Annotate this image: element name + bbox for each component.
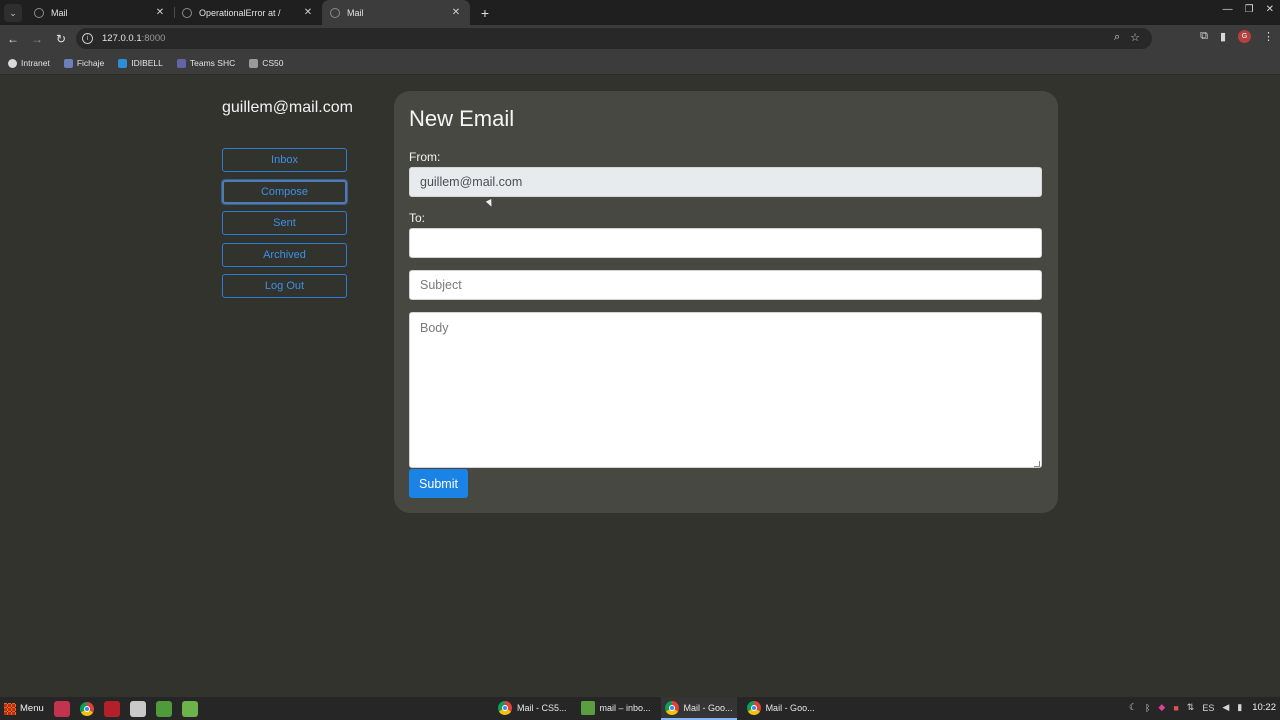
- app-tray-icon[interactable]: ◆: [1158, 702, 1165, 713]
- terminal-launcher-icon[interactable]: [103, 700, 120, 717]
- inbox-button[interactable]: Inbox: [222, 148, 347, 172]
- files-launcher-icon[interactable]: [129, 700, 146, 717]
- chrome-icon: [498, 700, 512, 715]
- tab-search-button[interactable]: ⌄: [4, 4, 22, 22]
- resize-handle-icon[interactable]: [1034, 461, 1040, 467]
- window-mail-cs50[interactable]: Mail - CS5...: [494, 697, 571, 720]
- clock[interactable]: 10:22: [1252, 702, 1276, 713]
- bookmark-intranet[interactable]: Intranet: [8, 58, 50, 68]
- fichaje-icon: [63, 58, 73, 68]
- sent-button[interactable]: Sent: [222, 211, 347, 235]
- bookmark-cs50[interactable]: CS50: [249, 58, 284, 68]
- camera-icon[interactable]: ■: [1173, 703, 1178, 713]
- editor-icon: [580, 700, 595, 715]
- side-panel-icon[interactable]: ▮: [1220, 30, 1226, 43]
- cs50-icon: [249, 58, 259, 68]
- app-launcher-icon[interactable]: [53, 700, 70, 717]
- open-windows: Mail - CS5... mail – inbo... Mail - Goo.…: [494, 697, 825, 720]
- submit-button[interactable]: Submit: [409, 469, 468, 498]
- profile-avatar[interactable]: G: [1238, 30, 1251, 43]
- archived-button[interactable]: Archived: [222, 242, 347, 267]
- browser-tab-mail-active[interactable]: Mail ✕: [322, 0, 470, 25]
- compose-button[interactable]: Compose: [222, 179, 347, 204]
- bookmark-idibell[interactable]: IDIBELL: [118, 58, 163, 68]
- url-text: 127.0.0.1:8000: [102, 33, 166, 44]
- system-tray: ☾ ᛒ ◆ ■ ⇅ ES ◀ ▮ 10:22: [1129, 702, 1276, 713]
- globe-icon: [8, 58, 17, 68]
- night-mode-icon[interactable]: ☾: [1129, 702, 1137, 713]
- browser-tab-error[interactable]: OperationalError at / ✕: [174, 0, 322, 25]
- body-wrapper: [409, 312, 1042, 469]
- to-input[interactable]: [409, 228, 1042, 258]
- globe-icon: [330, 7, 340, 18]
- start-menu-button[interactable]: Menu: [0, 702, 44, 715]
- extensions-icon[interactable]: ⧉: [1200, 30, 1208, 43]
- close-window-icon[interactable]: ✕: [1266, 4, 1274, 15]
- menu-grid-icon: [4, 702, 16, 715]
- chrome-icon: [664, 700, 679, 715]
- from-label: From:: [409, 150, 441, 164]
- bookmark-teams-shc[interactable]: Teams SHC: [176, 58, 235, 68]
- compose-title: New Email: [409, 106, 515, 131]
- window-mail-google[interactable]: Mail - Goo...: [743, 697, 819, 720]
- restore-icon[interactable]: ❐: [1245, 4, 1254, 15]
- window-mail-inbox[interactable]: mail – inbo...: [577, 697, 655, 720]
- logout-button[interactable]: Log Out: [222, 274, 347, 298]
- teams-icon: [176, 58, 186, 68]
- forward-button[interactable]: →: [26, 28, 48, 50]
- close-tab-icon[interactable]: ✕: [154, 7, 166, 18]
- minimize-icon[interactable]: —: [1223, 4, 1233, 15]
- keyboard-layout[interactable]: ES: [1202, 703, 1214, 713]
- site-info-icon[interactable]: i: [82, 33, 93, 44]
- compose-card: New Email From: guillem@mail.com To: Sub…: [394, 91, 1058, 513]
- back-button[interactable]: ←: [2, 28, 24, 50]
- zoom-icon[interactable]: ⌕: [1114, 31, 1120, 44]
- battery-icon[interactable]: ▮: [1237, 702, 1242, 713]
- idibell-icon: [118, 58, 128, 68]
- chrome-icon: [746, 700, 761, 715]
- chrome-launcher-icon[interactable]: [79, 701, 94, 716]
- bookmark-fichaje[interactable]: Fichaje: [63, 58, 104, 68]
- subject-input[interactable]: [409, 270, 1042, 300]
- new-tab-button[interactable]: +: [474, 0, 496, 25]
- window-controls: — ❐ ✕: [1223, 4, 1274, 15]
- bookmark-star-icon[interactable]: ☆: [1130, 31, 1140, 44]
- from-field: guillem@mail.com: [409, 167, 1042, 197]
- network-icon[interactable]: ⇅: [1187, 702, 1195, 713]
- close-tab-icon[interactable]: ✕: [302, 7, 314, 18]
- globe-icon: [34, 7, 44, 18]
- volume-icon[interactable]: ◀: [1222, 702, 1229, 713]
- browser-toolbar: ← → ↻ i 127.0.0.1:8000 ⌕ ☆ ⧉ ▮ G ⋮: [0, 25, 1280, 52]
- body-textarea[interactable]: [409, 312, 1042, 468]
- spreadsheet-launcher-icon[interactable]: [181, 700, 198, 717]
- user-email-heading: guillem@mail.com: [222, 99, 353, 116]
- page-content: guillem@mail.com Inbox Compose Sent Arch…: [0, 75, 1280, 697]
- browser-menu-icon[interactable]: ⋮: [1263, 30, 1274, 43]
- reload-button[interactable]: ↻: [50, 28, 72, 50]
- bluetooth-icon[interactable]: ᛒ: [1145, 703, 1150, 713]
- editor-launcher-icon[interactable]: [155, 700, 172, 717]
- to-label: To:: [409, 211, 426, 225]
- address-bar[interactable]: i 127.0.0.1:8000 ⌕ ☆: [76, 28, 1152, 49]
- browser-tab-bar: ⌄ Mail ✕ OperationalError at / ✕ Mail ✕ …: [0, 0, 1280, 25]
- globe-icon: [182, 7, 192, 18]
- bookmarks-bar: Intranet Fichaje IDIBELL Teams SHC CS50: [0, 52, 1280, 75]
- close-tab-icon[interactable]: ✕: [450, 7, 462, 18]
- os-taskbar: Menu Mail - CS5... mail – inbo... Mail -…: [0, 697, 1280, 720]
- window-mail-google-active[interactable]: Mail - Goo...: [660, 697, 737, 720]
- browser-tab-mail-1[interactable]: Mail ✕: [26, 0, 174, 25]
- mail-nav: Inbox Compose Sent Archived Log Out: [222, 148, 347, 306]
